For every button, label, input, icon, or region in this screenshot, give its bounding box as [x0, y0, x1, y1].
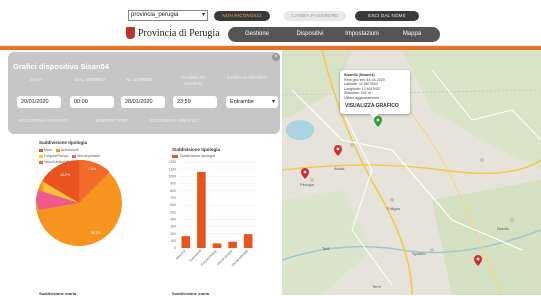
popup-line: Ultimo aggiornamento	[344, 95, 380, 100]
update-charts-button[interactable]: AGGIORNA GRAFICI	[18, 119, 68, 124]
x-tick-label: Autoveicoli	[188, 249, 202, 263]
close-icon[interactable]: ×	[272, 53, 280, 61]
to-time-field[interactable]: 23:59	[173, 96, 217, 108]
bar	[228, 241, 237, 248]
header-button-3[interactable]: ESCI DAL NOME	[355, 11, 419, 21]
bar	[181, 236, 191, 248]
bar-chart: 0 100 200 300 400 500 600 700 800 900 1000 1100 1200…	[168, 160, 256, 268]
map-label-perugia: Perugia	[300, 182, 315, 187]
legend-item: Veicoli pesanti	[71, 154, 100, 159]
y-tick-label: 300	[170, 225, 176, 229]
y-tick-label: 600	[170, 203, 176, 207]
panel-title: Grafici dispositivo Sisan04	[13, 62, 109, 71]
filter-label-a-ora: A ORA DI ORARIO	[226, 76, 268, 81]
direction-select[interactable]: Entrambe ▾	[226, 96, 278, 108]
nav-dispositivi[interactable]: Dispositivi	[285, 27, 335, 42]
chevron-down-icon: ▾	[271, 99, 275, 105]
bottom-chart-title: Suddivisione oraria	[172, 291, 210, 296]
from-date-field[interactable]: 20/01/2020	[17, 96, 61, 108]
direction-select-value: Entrambe	[230, 99, 254, 105]
y-tick-label: 1100	[169, 167, 176, 171]
pie-slice-label: 7.1%	[88, 167, 97, 171]
brand-logo: Provincia di Perugia	[126, 26, 220, 40]
map-label-spoleto: Spoleto	[412, 251, 426, 256]
popup-tail	[370, 114, 378, 118]
map-label-terni: Terni	[372, 284, 381, 289]
filter-label-da-ora: DA ORA DI ORARIO	[181, 76, 205, 87]
export-pdf-button[interactable]: EXPORT PDF	[96, 119, 128, 124]
y-tick-label: 1000	[168, 175, 176, 179]
y-tick-label: 500	[170, 210, 176, 214]
brand-name: Provincia di Perugia	[138, 27, 220, 39]
legend-label: Furgoni/Pickup	[44, 154, 68, 158]
x-tick-label: Furgoni/Pickup	[200, 249, 218, 267]
filter-label-data: DATA	[29, 78, 43, 83]
legend-label: Veicoli pesanti	[76, 154, 100, 158]
header-button-2[interactable]: CAMBIA PASSWORD	[284, 11, 346, 21]
legend-item: Moto	[39, 148, 52, 153]
bar	[212, 243, 222, 248]
bar	[243, 234, 253, 248]
bottom-chart-title: Suddivisione oraria	[39, 291, 77, 296]
view-chart-button[interactable]: VISUALIZZA GRAFICO	[345, 104, 399, 109]
legend-item: Autoveicoli	[56, 148, 78, 153]
map-view[interactable]: Perugia Gubbio Foligno Assisi Spoleto No…	[282, 50, 541, 295]
x-tick-label: Veicoli articolati	[231, 249, 250, 268]
map-popup: Sisan04 (Sisan04) Rete geo info 44-04-20…	[340, 70, 410, 118]
map-canvas: Perugia Gubbio Foligno Assisi Spoleto No…	[282, 50, 541, 295]
y-tick-label: 1200	[168, 160, 176, 164]
y-tick-label: 100	[170, 239, 176, 243]
map-pin-icon[interactable]	[334, 145, 342, 156]
map-label-foligno: Foligno	[387, 206, 401, 211]
filter-label-al-giorno: AL GIORNO	[125, 78, 153, 83]
pie-chart: 80.2% 10.2% 7.1%	[36, 160, 122, 246]
map-label-norcia: Norcia	[497, 226, 509, 231]
crest-icon	[126, 27, 135, 39]
map-label-assisi: Assisi	[334, 166, 345, 171]
bar-chart-title: Suddivisione tipologia	[172, 147, 221, 152]
legend-label: Autoveicoli	[61, 148, 79, 152]
to-date-field[interactable]: 28/01/2020	[121, 96, 165, 108]
y-tick-label: 400	[170, 218, 176, 222]
legend-label: Moto	[44, 148, 52, 152]
nav-impostazioni[interactable]: Impostazioni	[336, 27, 388, 42]
legend-item: Furgoni/Pickup	[39, 154, 68, 159]
map-pin-icon[interactable]	[301, 168, 309, 179]
bar	[197, 171, 206, 248]
main-nav: Gestione Dispositivi Impostazioni Mappa	[228, 27, 440, 42]
device-select-value: provincia_perugia	[131, 12, 179, 18]
map-label-todi: Todi	[322, 246, 329, 251]
y-tick-label: 800	[170, 189, 176, 193]
regenerate-charts-button[interactable]: RIGENERA GRAFICI	[150, 119, 199, 124]
y-tick-label: 700	[170, 196, 176, 200]
filter-label-dal-giorno: DAL GIORNO	[75, 78, 105, 83]
nav-mappa[interactable]: Mappa	[388, 27, 436, 42]
y-tick-label: 900	[170, 182, 176, 186]
pie-chart-title: Suddivisione tipologia	[39, 140, 88, 145]
device-select[interactable]: provincia_perugia ▾	[128, 10, 208, 21]
pie-slice-label: 80.2%	[91, 231, 102, 235]
y-tick-label: 200	[170, 232, 176, 236]
x-tick-label: Motocicli	[175, 249, 187, 261]
from-time-field[interactable]: 00:00	[70, 96, 114, 108]
nav-gestione[interactable]: Gestione	[232, 27, 282, 42]
pie-slice-label: 10.2%	[60, 173, 71, 177]
chevron-down-icon: ▾	[201, 12, 205, 18]
map-pin-icon[interactable]	[474, 255, 482, 266]
header-button-1[interactable]: NON RICONOSCI	[214, 11, 270, 21]
y-tick-label: 0	[174, 246, 176, 250]
